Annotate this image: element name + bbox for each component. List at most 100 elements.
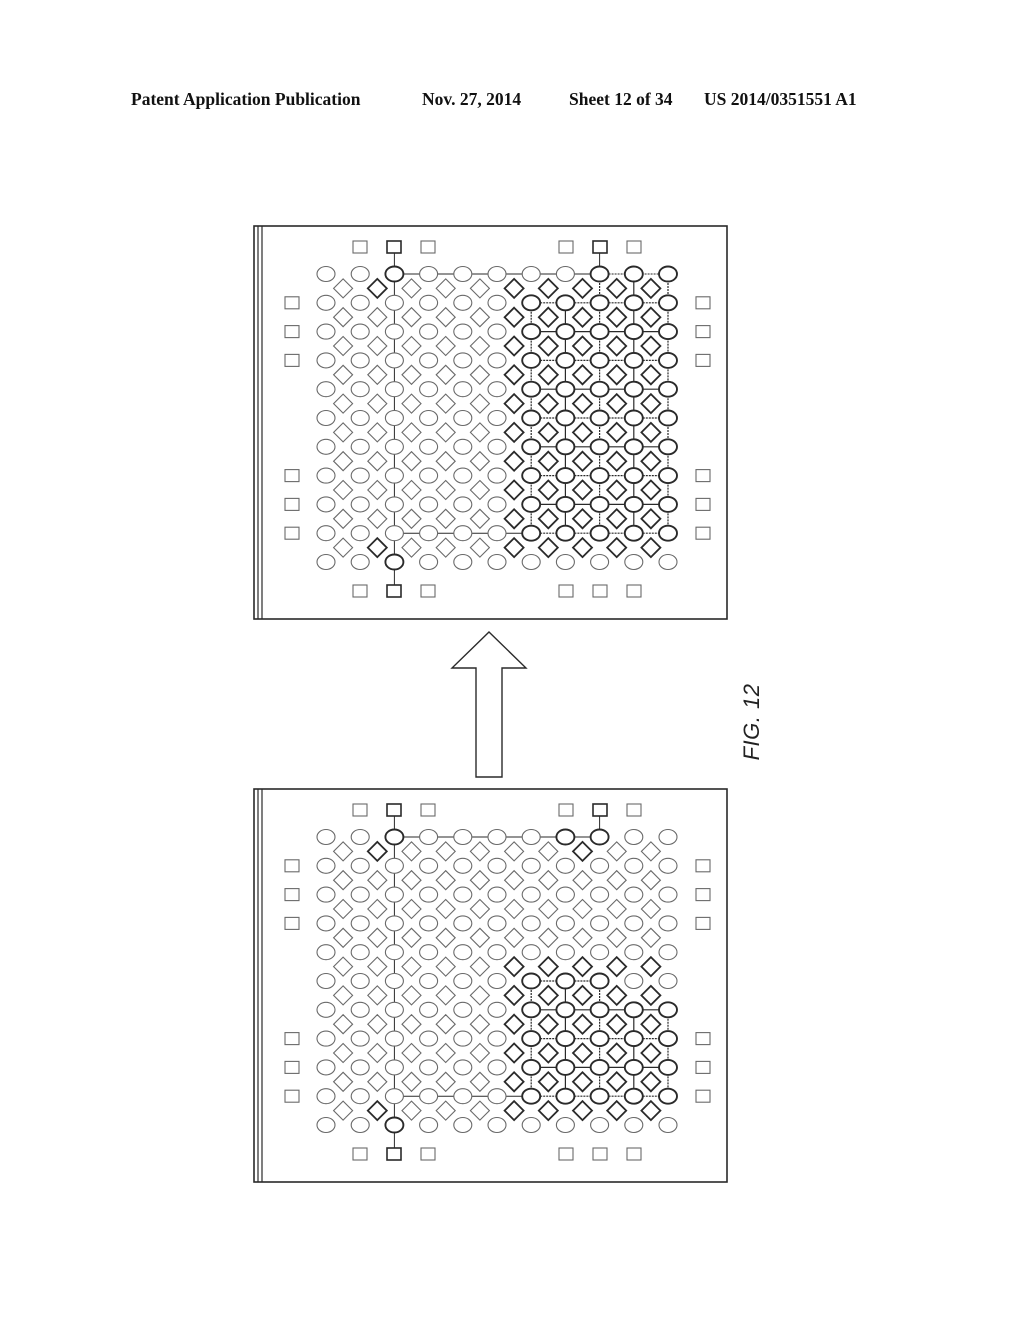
circle-pad	[453, 525, 473, 542]
circle-pad	[521, 1087, 542, 1105]
circle-pad	[384, 265, 405, 283]
circle-pad	[453, 1059, 473, 1076]
circle-pad	[419, 294, 439, 311]
circle-pad	[521, 553, 541, 571]
left-side-pad	[284, 888, 300, 902]
circle-pad	[350, 265, 370, 283]
circle-pad	[419, 1030, 439, 1047]
circle-pad	[590, 553, 610, 571]
right-side-pad	[695, 526, 711, 540]
circle-pad	[419, 381, 439, 398]
right-side-pad	[695, 325, 711, 339]
circle-pad	[624, 915, 644, 932]
circle-pad	[419, 409, 439, 427]
circle-pad	[453, 1030, 473, 1047]
circle-pad	[658, 351, 678, 369]
circle-pad	[453, 944, 473, 961]
circle-pad	[555, 886, 575, 903]
circle-pad	[623, 467, 644, 485]
circle-pad	[350, 438, 370, 455]
circle-pad	[555, 409, 576, 427]
circle-pad	[624, 886, 644, 903]
circle-pad	[350, 944, 370, 961]
circle-pad	[419, 886, 439, 903]
circle-pad	[658, 857, 678, 874]
circle-pad	[658, 972, 678, 990]
right-side-pad	[695, 916, 711, 930]
circle-pad	[350, 1088, 370, 1105]
circle-pad	[624, 828, 644, 846]
circle-pad	[658, 409, 678, 427]
circle-pad	[487, 496, 507, 513]
top-pad	[626, 240, 642, 254]
circle-pad	[487, 1116, 507, 1134]
circle-pad	[521, 467, 542, 485]
circle-pad	[555, 1030, 576, 1048]
circle-pad	[419, 265, 439, 283]
circle-pad	[384, 1059, 404, 1076]
circle-pad	[316, 915, 336, 932]
circle-pad	[350, 352, 370, 369]
circle-pad	[555, 1058, 576, 1076]
bottom-pad	[352, 584, 368, 598]
circle-pad	[384, 409, 404, 427]
circle-pad	[453, 915, 473, 932]
circle-pad	[316, 496, 336, 513]
top-pad	[592, 240, 608, 254]
circle-pad	[555, 351, 576, 369]
circle-pad	[316, 438, 336, 455]
circle-pad	[453, 1088, 473, 1105]
circle-pad	[316, 409, 336, 427]
circle-pad	[555, 915, 575, 932]
right-side-pad	[695, 859, 711, 873]
circle-pad	[487, 352, 507, 369]
circle-pad	[384, 857, 404, 874]
circle-pad	[521, 886, 541, 903]
circle-pad	[487, 1059, 507, 1076]
circle-pad	[658, 915, 678, 932]
circle-pad	[589, 467, 610, 485]
circle-pad	[316, 553, 336, 571]
circle-pad	[419, 467, 439, 484]
circle-pad	[419, 1059, 439, 1076]
circle-pad	[624, 553, 644, 571]
circle-pad	[590, 886, 610, 903]
circle-pad	[555, 495, 576, 513]
circle-pad	[453, 381, 473, 398]
bottom-pad	[592, 1147, 608, 1161]
circle-pad	[624, 857, 644, 874]
left-side-pad	[284, 469, 300, 483]
bottom-pad	[592, 584, 608, 598]
circle-pad	[555, 524, 576, 542]
bottom-pad	[352, 1147, 368, 1161]
circle-pad	[384, 1116, 405, 1134]
circle-pad	[316, 972, 336, 990]
circle-pad	[487, 467, 507, 484]
circle-pad	[350, 1001, 370, 1018]
circle-pad	[419, 438, 439, 455]
circle-pad	[487, 828, 507, 846]
circle-pad	[521, 1030, 542, 1048]
circle-pad	[350, 467, 370, 484]
lower-panel	[253, 788, 728, 1183]
circle-pad	[658, 828, 678, 846]
circle-pad	[487, 915, 507, 932]
circle-pad	[623, 409, 644, 427]
top-pad	[352, 240, 368, 254]
circle-pad	[589, 495, 610, 513]
circle-pad	[555, 857, 575, 874]
circle-pad	[350, 381, 370, 398]
circle-pad	[521, 323, 542, 341]
circle-pad	[623, 351, 644, 369]
circle-pad	[384, 915, 404, 932]
circle-pad	[658, 380, 678, 398]
circle-pad	[589, 524, 610, 542]
circle-pad	[419, 972, 439, 990]
circle-pad	[521, 857, 541, 874]
circle-pad	[384, 294, 404, 311]
circle-pad	[658, 438, 678, 456]
circle-pad	[589, 1001, 610, 1019]
circle-pad	[350, 525, 370, 542]
circle-pad	[521, 1116, 541, 1134]
circle-pad	[658, 553, 678, 571]
